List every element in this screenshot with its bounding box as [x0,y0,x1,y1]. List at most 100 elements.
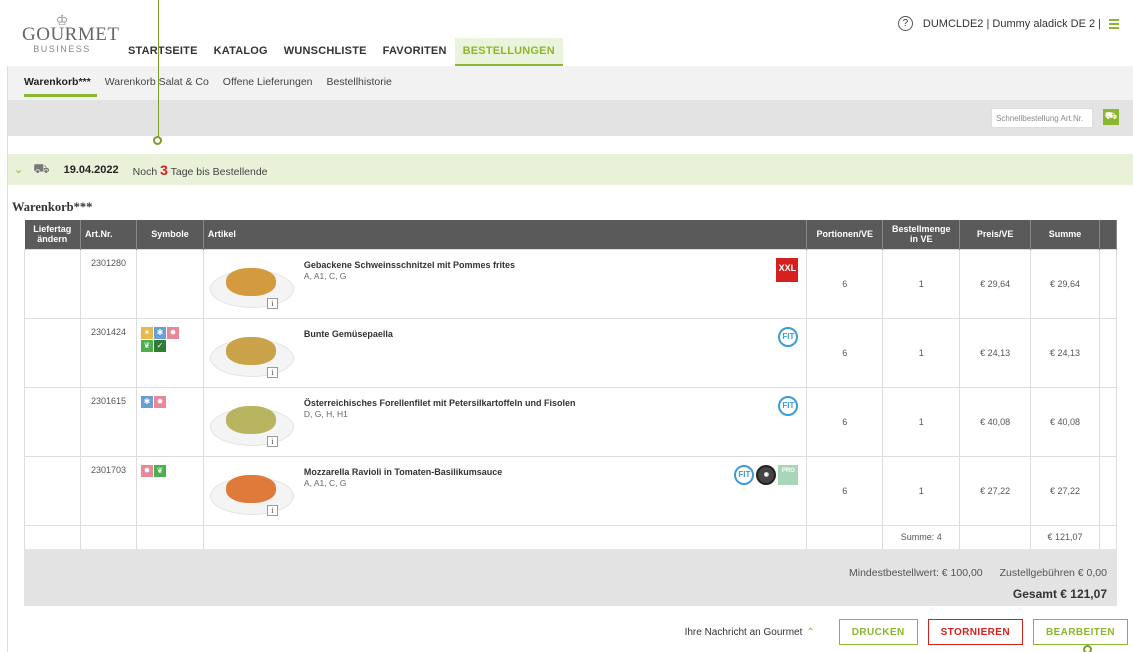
info-icon[interactable]: i [266,504,278,516]
article-allergens: D, G, H, H1 [303,408,348,419]
xxl-badge-icon: XXL [776,257,799,282]
cart-icon[interactable]: ⛟ [1103,109,1119,125]
cancel-button[interactable]: STORNIEREN [927,619,1023,645]
menu-icon[interactable] [1109,17,1119,31]
sum-empty [202,524,808,550]
main-nav: STARTSEITE KATALOG WUNSCHLISTE FAVORITEN… [120,38,563,66]
print-button[interactable]: DRUCKEN [838,619,918,645]
cell-empty [1098,386,1118,457]
th-liefertag: Liefertag ändern [24,220,81,249]
cell-artikel[interactable]: i Österreichisches Forellenfilet mit Pet… [202,386,808,457]
cell-empty [1098,248,1118,319]
pro-badge-icon: PRO [778,464,799,485]
info-icon[interactable]: i [266,435,278,447]
cell-price: € 29,64 [959,248,1032,319]
cell-sum: € 40,08 [1030,386,1100,457]
help-icon[interactable]: ? [897,16,913,31]
nav-bestellungen[interactable]: BESTELLUNGEN [454,38,563,66]
cell-artnr: 2301280 [79,248,138,319]
delivery-fee: Zustellgebühren € 0,00 [999,567,1107,579]
cell-artikel[interactable]: i Mozzarella Ravioli in Tomaten-Basiliku… [202,455,808,526]
th-summe: Summe [1030,220,1100,249]
article-name[interactable]: Mozzarella Ravioli in Tomaten-Basilikums… [304,467,502,477]
cell-empty [1098,317,1118,388]
food-image[interactable] [209,469,294,517]
cell-liefertag[interactable] [24,317,81,388]
cell-portionen: 6 [806,248,884,319]
quick-order-input[interactable]: Schnellbestellung Art.Nr. [991,108,1093,128]
user-label[interactable]: DUMCLDE2 | Dummy aladick DE 2 | [923,18,1101,30]
food-image[interactable] [209,331,294,379]
fit-badge-icon: FIT [778,395,799,416]
subnav-offene-lieferungen[interactable]: Offene Lieferungen [223,66,319,100]
fit-icon: ✱ [154,326,166,339]
cell-qty[interactable]: 1 [882,248,961,319]
table-row[interactable]: 2301703 ✸ ❦ i Mozzarella Ravioli in Toma… [24,455,1118,526]
callout-line [158,0,159,138]
grain-icon: ✶ [141,326,153,339]
leaf-icon: ❦ [154,464,166,477]
cell-artikel[interactable]: i Bunte Gemüsepaella FIT [202,317,808,388]
order-summary: Mindestbestellwert: € 100,00 Zustellgebü… [24,549,1117,606]
logo-text: GOURMET [22,24,120,45]
cell-portionen: 6 [806,317,884,388]
article-name[interactable]: Bunte Gemüsepaella [304,329,393,339]
header: ♔ GOURMET BUSINESS STARTSEITE KATALOG WU… [0,0,1133,66]
cell-artnr: 2301703 [79,455,138,526]
fit-badge-icon: FIT [734,464,755,485]
summary-line: Mindestbestellwert: € 100,00 Zustellgebü… [835,567,1107,579]
message-toggle[interactable]: Ihre Nachricht an Gourmet ⌃ [685,627,815,638]
nav-startseite[interactable]: STARTSEITE [120,38,206,66]
th-empty [1099,220,1118,249]
table-row[interactable]: 2301615 ✱ ✸ i Österreichisches Forellenf… [24,386,1118,457]
cell-artnr: 2301424 [79,317,138,388]
truck-icon: ⛟ [33,160,50,176]
gourmet-logo[interactable]: ♔ GOURMET BUSINESS [22,13,120,54]
subnav-warenkorb[interactable]: Warenkorb*** [24,66,97,97]
article-name[interactable]: Österreichisches Forellenfilet mit Peter… [304,398,576,408]
table-row[interactable]: 2301280 i Gebackene Schweinsschnitzel mi… [24,248,1118,319]
cell-qty[interactable]: 1 [882,317,961,388]
nav-favoriten[interactable]: FAVORITEN [375,38,455,66]
th-preis: Preis/VE [959,220,1032,249]
callout-dot [153,136,162,145]
th-bestellmenge: Bestellmenge in VE [882,220,961,249]
article-allergens: A, A1, C, G [303,270,347,281]
food-image[interactable] [209,262,294,310]
subnav-bestellhistorie[interactable]: Bestellhistorie [327,66,398,100]
message-label[interactable]: Ihre Nachricht an Gourmet [685,627,803,638]
cell-qty[interactable]: 1 [882,455,961,526]
table-row[interactable]: 2301424 ✶ ✱ ✸ ❦ ✓ i Bunte Gemüsepaella F… [24,317,1118,388]
info-icon[interactable]: i [266,366,278,378]
nav-wunschliste[interactable]: WUNSCHLISTE [276,38,375,66]
sum-row: Summe: 4 € 121,07 [24,524,1118,550]
cell-sum: € 27,22 [1030,455,1100,526]
cell-empty [1098,455,1118,526]
info-icon[interactable]: i [266,297,278,309]
th-artikel: Artikel [203,220,808,249]
subnav-warenkorb-salat[interactable]: Warenkorb Salat & Co [105,66,215,100]
cell-liefertag[interactable] [24,455,81,526]
countdown-prefix: Noch [132,165,158,178]
cell-liefertag[interactable] [24,386,81,457]
quick-order-bar: Schnellbestellung Art.Nr. ⛟ [8,100,1133,136]
cell-qty[interactable]: 1 [882,386,961,457]
delivery-bar[interactable]: ⌄ ⛟ 19.04.2022 Noch 3 Tage bis Bestellen… [8,154,1133,185]
sum-empty [1098,524,1118,550]
edit-button[interactable]: BEARBEITEN [1032,619,1128,645]
countdown-suffix: Tage bis Bestellende [170,165,268,178]
chevron-down-icon[interactable]: ⌄ [14,163,23,176]
cell-artikel[interactable]: i Gebackene Schweinsschnitzel mit Pommes… [202,248,808,319]
food-image[interactable] [209,400,294,448]
cell-sum: € 29,64 [1030,248,1100,319]
th-portionen: Portionen/VE [806,220,884,249]
min-order-value: Mindestbestellwert: € 100,00 [848,567,983,579]
cell-price: € 40,08 [959,386,1032,457]
nav-katalog[interactable]: KATALOG [206,38,276,66]
sum-empty [136,524,204,550]
cell-liefertag[interactable] [24,248,81,319]
article-name[interactable]: Gebackene Schweinsschnitzel mit Pommes f… [304,260,515,270]
user-area: ? DUMCLDE2 | Dummy aladick DE 2 | [897,16,1119,31]
chevron-up-icon[interactable]: ⌃ [806,627,814,638]
cart-table: Liefertag ändern Art.Nr. Symbole Artikel… [24,220,1118,550]
